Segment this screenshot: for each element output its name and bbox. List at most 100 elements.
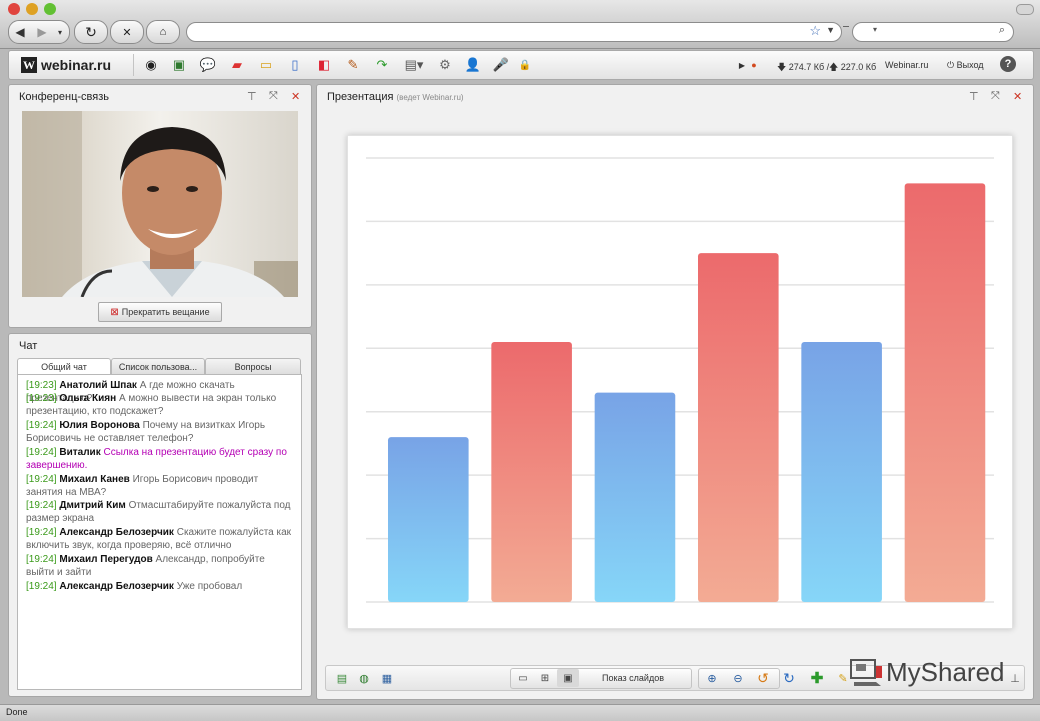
pin-icon[interactable]: ⊤ [969,90,979,103]
toolbar-toggle-button[interactable] [1016,4,1034,15]
status-bar: Done [0,704,1040,721]
back-button[interactable]: ◀ [9,21,31,43]
webinar-logo[interactable]: W webinar.ru [21,57,111,73]
presentation-panel: Презентация (ведет Webinar.ru) ⊤ ⤧ ✕ ▤ ◍… [316,84,1034,700]
message-time: [19:24] [26,554,57,565]
add-user-icon[interactable]: 👤 [461,54,485,76]
reload-icon: ↻ [85,23,97,40]
grid-view-icon[interactable]: ⊞ [535,669,555,687]
refresh-arrow-icon[interactable]: ↷ [370,54,394,76]
tab-questions[interactable]: Вопросы [205,358,301,374]
screen-share-icon[interactable]: ◧ [312,54,336,76]
stop-broadcast-button[interactable]: ⊠ Прекратить вещание [98,302,222,322]
close-window-button[interactable] [8,3,20,15]
tab-general-chat[interactable]: Общий чат [17,358,111,374]
app-toolbar: W webinar.ru ◉ ▣ 💬 ▰ ▭ ▯ ◧ ✎ ↷ ▤▾ ⚙ 👤 🎤 … [8,50,1034,80]
arrow-right-icon: ▶ [37,25,47,39]
pin-bottom-icon[interactable]: ⊥ [1008,669,1022,687]
chat-message: [19:24] Дмитрий Ким Отмасштабируйте пожа… [26,499,294,526]
pin-icon[interactable]: ⊤ [247,90,257,103]
slideshow-icon[interactable]: ▣ [557,669,579,687]
message-author[interactable]: Дмитрий Ким [59,500,125,511]
zoom-window-button[interactable] [44,3,56,15]
upload-indicator: 🡅 227.0 Кб [829,62,877,72]
tab-user-list[interactable]: Список пользова... [111,358,205,374]
message-author[interactable]: Юлия Воронова [59,420,139,431]
media-icon[interactable]: ▰ [225,54,249,76]
logout-label: Выход [956,60,984,70]
url-input[interactable]: ☆ ▼ [186,22,842,42]
search-input[interactable]: ▾ ⌕ [852,22,1014,42]
watermark-text: MyShared [886,656,1005,687]
forward-button[interactable]: ▶ [31,21,53,43]
presentation-subtitle: (ведет Webinar.ru) [396,93,464,102]
close-icon[interactable]: ✕ [291,90,300,103]
presenter-video-frame [22,111,298,297]
gear-icon[interactable]: ⚙ [433,54,457,76]
camera-off-icon: ⊠ [110,306,119,318]
bookmark-star-icon[interactable]: ☆ [809,23,821,39]
presentation-title-wrap: Презентация (ведет Webinar.ru) [327,91,464,103]
message-author[interactable]: Александр Белозерчик [59,527,174,538]
home-button[interactable]: ⌂ [146,20,180,44]
zoom-in-icon[interactable]: ⊕ [701,669,723,687]
chart-bar-2 [491,341,572,602]
microphone-icon[interactable]: 🎤 [489,54,513,76]
slides-library-icon[interactable]: ▦ [376,669,398,687]
document-icon[interactable]: ▯ [283,54,307,76]
message-author[interactable]: Виталик [59,447,100,458]
logout-link[interactable]: ⏻ Выход [947,60,984,71]
site-link[interactable]: Webinar.ru [885,60,928,70]
record-icon[interactable]: ● [747,54,761,76]
stop-icon: ✕ [122,26,132,39]
message-time: [19:24] [26,420,57,431]
presentation-board-icon[interactable]: ▣ [167,54,191,76]
history-dropdown[interactable]: ▾ [53,21,67,43]
message-author[interactable]: Михаил Канев [59,474,129,485]
chat-message: [19:24] Александр Белозерчик Уже пробова… [26,580,294,593]
close-icon[interactable]: ✕ [1013,90,1022,103]
upload-file-icon[interactable]: ▤ [332,669,352,687]
search-engine-dropdown-icon[interactable]: ▾ [873,25,877,34]
myshared-watermark: MyShared [850,656,1005,688]
zoom-out-icon[interactable]: ⊖ [727,669,749,687]
url-dropdown-icon[interactable]: ▼ [826,25,835,35]
chat-message: [19:24] Михаил Перегудов Александр, попр… [26,553,294,580]
lock-icon[interactable]: 🔒 [513,54,537,76]
chat-message: [19:24] Виталик Ссылка на презентацию бу… [26,446,294,473]
layout-dropdown-icon[interactable]: ▤▾ [399,54,429,76]
stop-button[interactable]: ✕ [110,20,144,44]
message-time: [19:23] [26,393,57,404]
chart-bar-6 [904,183,986,602]
download-text: 274.7 Кб / [788,62,830,72]
expand-icon[interactable]: ⤧ [269,90,278,103]
message-time: [19:24] [26,527,57,538]
status-text: Done [6,707,28,717]
conference-title: Конференц-связь [19,91,109,103]
search-icon[interactable]: ⌕ [999,24,1005,37]
rotate-right-icon[interactable]: ↻ [778,669,800,687]
notes-icon[interactable]: ✎ [341,54,365,76]
webcam-icon[interactable]: ◉ [139,54,163,76]
presentation-slide [347,135,1013,629]
minimize-window-button[interactable] [26,3,38,15]
reload-button[interactable]: ↻ [74,20,108,44]
message-author[interactable]: Ольга Киян [59,393,116,404]
single-view-icon[interactable]: ▭ [513,669,533,687]
chat-bubble-icon[interactable]: 💬 [196,54,220,76]
slideshow-button[interactable]: Показ слайдов [583,669,683,687]
globe-icon[interactable]: ◍ [354,669,374,687]
help-button[interactable]: ? [1000,56,1016,72]
chart-bar-3 [594,392,676,602]
download-indicator: 🡇 274.7 Кб / [777,62,830,72]
upload-text: 227.0 Кб [840,62,877,72]
browser-toolbar: ◀ ▶ ▾ ↻ ✕ ⌂ ☆ ▼ ▾ ⌕ [0,0,1040,49]
chevron-down-icon: ▾ [57,27,62,37]
message-author[interactable]: Михаил Перегудов [59,554,152,565]
expand-icon[interactable]: ⤧ [991,90,1000,103]
folder-open-icon[interactable]: ▭ [254,54,278,76]
rotate-left-icon[interactable]: ↺ [752,669,774,687]
add-slide-icon[interactable]: ✚ [806,669,828,687]
message-author[interactable]: Александр Белозерчик [59,581,174,592]
message-author[interactable]: Анатолий Шпак [59,380,137,391]
